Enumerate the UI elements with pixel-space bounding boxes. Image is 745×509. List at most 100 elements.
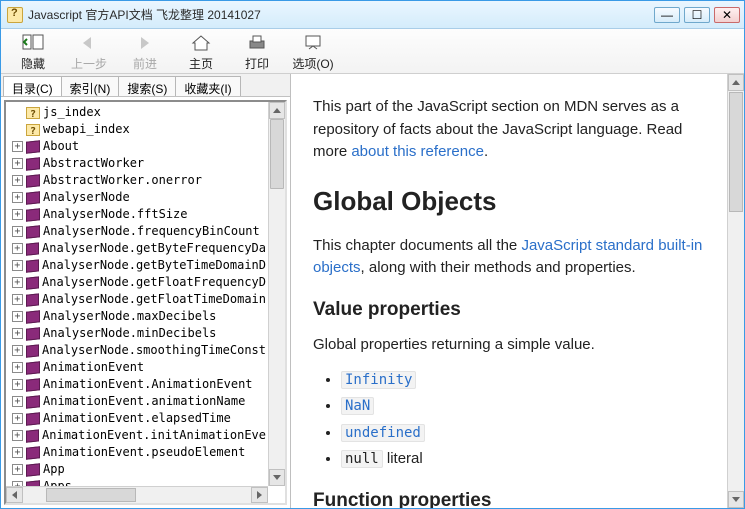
tree-item-label: App [43,461,65,478]
scroll-up-icon[interactable] [728,74,744,91]
expander-icon[interactable]: + [12,345,23,356]
expander-icon[interactable]: + [12,379,23,390]
toolbar-back-button: 上一步 [63,31,115,72]
tree-item[interactable]: +Apps [8,478,266,486]
value-link[interactable]: Infinity [341,371,416,388]
tab-favorites[interactable]: 收藏夹(I) [175,76,240,96]
expander-icon[interactable]: + [12,226,23,237]
expander-icon[interactable]: + [12,430,23,441]
toolbar-options-button[interactable]: 选项(O) [287,31,339,72]
tab-index[interactable]: 索引(N) [61,76,120,96]
tree-item-label: AnalyserNode.minDecibels [43,325,216,342]
book-icon [26,446,40,459]
toolbar-print-button[interactable]: 打印 [231,31,283,72]
expander-icon[interactable]: + [12,396,23,407]
tree-vscrollbar[interactable] [268,102,285,486]
tree-item[interactable]: +AnalyserNode.maxDecibels [8,308,266,325]
expander-icon[interactable]: + [12,413,23,424]
tree-item[interactable]: + AnimationEvent [8,359,266,376]
scroll-thumb[interactable] [729,92,743,212]
minimize-button[interactable]: — [654,7,680,23]
tree-item-label: js_index [43,104,101,121]
tree-item[interactable]: +AnalyserNode.getByteFrequencyDa [8,240,266,257]
tree-item[interactable]: + AnimationEvent.pseudoElement [8,444,266,461]
scroll-left-icon[interactable] [6,487,23,503]
toolbar-hide-button[interactable]: 隐藏 [7,31,59,72]
content-pane: This part of the JavaScript section on M… [291,74,744,508]
expander-icon[interactable]: + [12,192,23,203]
maximize-button[interactable]: ☐ [684,7,710,23]
tree-item[interactable]: +About [8,138,266,155]
expander-icon[interactable]: + [12,243,23,254]
expander-icon[interactable]: + [12,209,23,220]
value-properties-paragraph: Global properties returning a simple val… [313,334,711,357]
tree-item[interactable]: +AnalyserNode.getFloatTimeDomain [8,291,266,308]
content-vscrollbar[interactable] [727,74,744,508]
navigation-pane: 目录(C)索引(N)搜索(S)收藏夹(I) js_indexwebapi_ind… [1,74,291,508]
value-link[interactable]: NaN [341,397,374,414]
tree-item[interactable]: +AnalyserNode [8,189,266,206]
hide-icon [21,33,45,53]
tree-item[interactable]: + App [8,461,266,478]
tree-hscrollbar[interactable] [6,486,268,503]
tree-item-label: AnimationEvent.animationName [43,393,245,410]
contents-tree[interactable]: js_indexwebapi_index+About+AbstractWorke… [6,102,268,486]
scroll-down-icon[interactable] [269,469,285,486]
global-objects-paragraph: This chapter documents all the JavaScrip… [313,235,711,280]
tree-item[interactable]: +AnalyserNode.fftSize [8,206,266,223]
toolbar-forward-button: 前进 [119,31,171,72]
value-link[interactable]: undefined [341,424,425,441]
toolbar: 隐藏上一步前进主页 打印选项(O) [1,29,744,74]
tree-item[interactable]: webapi_index [8,121,266,138]
expander-icon[interactable]: + [12,277,23,288]
scroll-thumb[interactable] [46,488,136,502]
close-button[interactable]: ✕ [714,7,740,23]
toolbar-label: 主页 [189,57,213,71]
expander-icon[interactable]: + [12,362,23,373]
about-reference-link[interactable]: about this reference [351,143,484,160]
expander-icon[interactable]: + [12,328,23,339]
tree-item[interactable]: +AnalyserNode.getFloatFrequencyD [8,274,266,291]
app-icon [7,7,23,23]
tree-item[interactable]: + AnalyserNode.minDecibels [8,325,266,342]
tree-item[interactable]: +AnimationEvent.initAnimationEve [8,427,266,444]
titlebar[interactable]: Javascript 官方API文档 飞龙整理 20141027 — ☐ ✕ [1,1,744,29]
tree-item[interactable]: + AnalyserNode.smoothingTimeConst [8,342,266,359]
toolbar-home-button[interactable]: 主页 [175,31,227,72]
tree-item[interactable]: + AnimationEvent.animationName [8,393,266,410]
tree-item[interactable]: js_index [8,104,266,121]
scroll-right-icon[interactable] [251,487,268,503]
tree-item[interactable]: +AnimationEvent.elapsedTime [8,410,266,427]
expander-icon[interactable]: + [12,464,23,475]
book-icon [26,259,39,272]
expander-icon[interactable]: + [12,158,23,169]
tree-item[interactable]: +AnalyserNode.frequencyBinCount [8,223,266,240]
window-title: Javascript 官方API文档 飞龙整理 20141027 [28,6,654,23]
scroll-thumb[interactable] [270,119,284,189]
tree-item-label: AbstractWorker [43,155,144,172]
book-icon [26,191,40,204]
tab-contents[interactable]: 目录(C) [3,76,62,96]
tree-item[interactable]: +AbstractWorker.onerror [8,172,266,189]
expander-icon[interactable]: + [12,141,23,152]
expander-icon[interactable]: + [12,447,23,458]
tree-item-label: AnimationEvent.pseudoElement [43,444,245,461]
window-buttons: — ☐ ✕ [654,7,740,23]
expander-icon[interactable]: + [12,260,23,271]
expander-icon[interactable]: + [12,175,23,186]
scroll-down-icon[interactable] [728,491,744,508]
book-icon [26,378,40,391]
book-icon [26,157,40,170]
expander-icon[interactable]: + [12,311,23,322]
home-icon [189,33,213,53]
tab-search[interactable]: 搜索(S) [118,76,176,96]
tree-item[interactable]: +AnalyserNode.getByteTimeDomainD [8,257,266,274]
book-icon [26,361,40,374]
scroll-up-icon[interactable] [269,102,285,119]
tree-item-label: AnalyserNode.smoothingTimeConst [42,342,266,359]
tree-item[interactable]: + AbstractWorker [8,155,266,172]
book-icon [26,208,40,221]
tree-item[interactable]: +AnimationEvent.AnimationEvent [8,376,266,393]
expander-icon[interactable]: + [12,294,23,305]
tree-item-label: AnimationEvent [43,359,144,376]
